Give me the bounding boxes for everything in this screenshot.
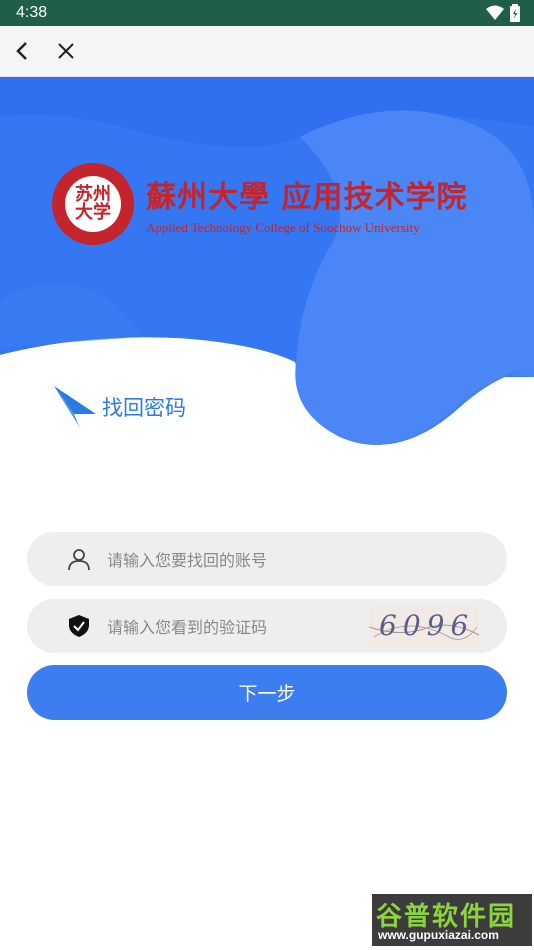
captcha-image[interactable]: 6096 <box>369 607 479 645</box>
wifi-icon <box>486 5 504 20</box>
account-input[interactable] <box>105 544 369 576</box>
battery-icon <box>510 4 520 22</box>
nav-bar <box>0 26 534 77</box>
watermark-url: www.gupuxiazai.com <box>378 928 499 942</box>
paper-plane-icon <box>54 386 96 428</box>
shield-check-icon <box>69 615 89 637</box>
college-seal: 苏州 大学 <box>52 163 134 245</box>
watermark: 谷普软件园 www.gupuxiazai.com <box>372 894 532 946</box>
status-time: 4:38 <box>16 4 48 21</box>
college-logo: 苏州 大学 蘇州大學 应用技术学院 Applied Technology Col… <box>52 163 467 245</box>
next-step-label: 下一步 <box>238 683 296 705</box>
seal-text: 苏州 大学 <box>75 184 111 223</box>
next-step-button[interactable]: 下一步 <box>27 665 507 720</box>
system-icons <box>486 4 520 22</box>
college-name-cn: 蘇州大學 应用技术学院 <box>146 180 468 215</box>
chevron-left-icon <box>16 42 27 60</box>
back-button[interactable] <box>10 39 34 63</box>
captcha-field: 6096 <box>27 599 507 653</box>
account-field <box>27 532 507 586</box>
status-bar: 4:38 <box>0 0 534 26</box>
captcha-code: 6096 <box>379 609 475 642</box>
captcha-input[interactable] <box>105 611 369 643</box>
page-title-label: 找回密码 <box>102 396 186 420</box>
close-button[interactable] <box>54 39 78 63</box>
page-title: 找回密码 <box>52 384 186 430</box>
user-icon <box>68 549 90 571</box>
college-name-en: Applied Technology College of Soochow Un… <box>146 220 420 235</box>
close-icon <box>58 43 74 59</box>
